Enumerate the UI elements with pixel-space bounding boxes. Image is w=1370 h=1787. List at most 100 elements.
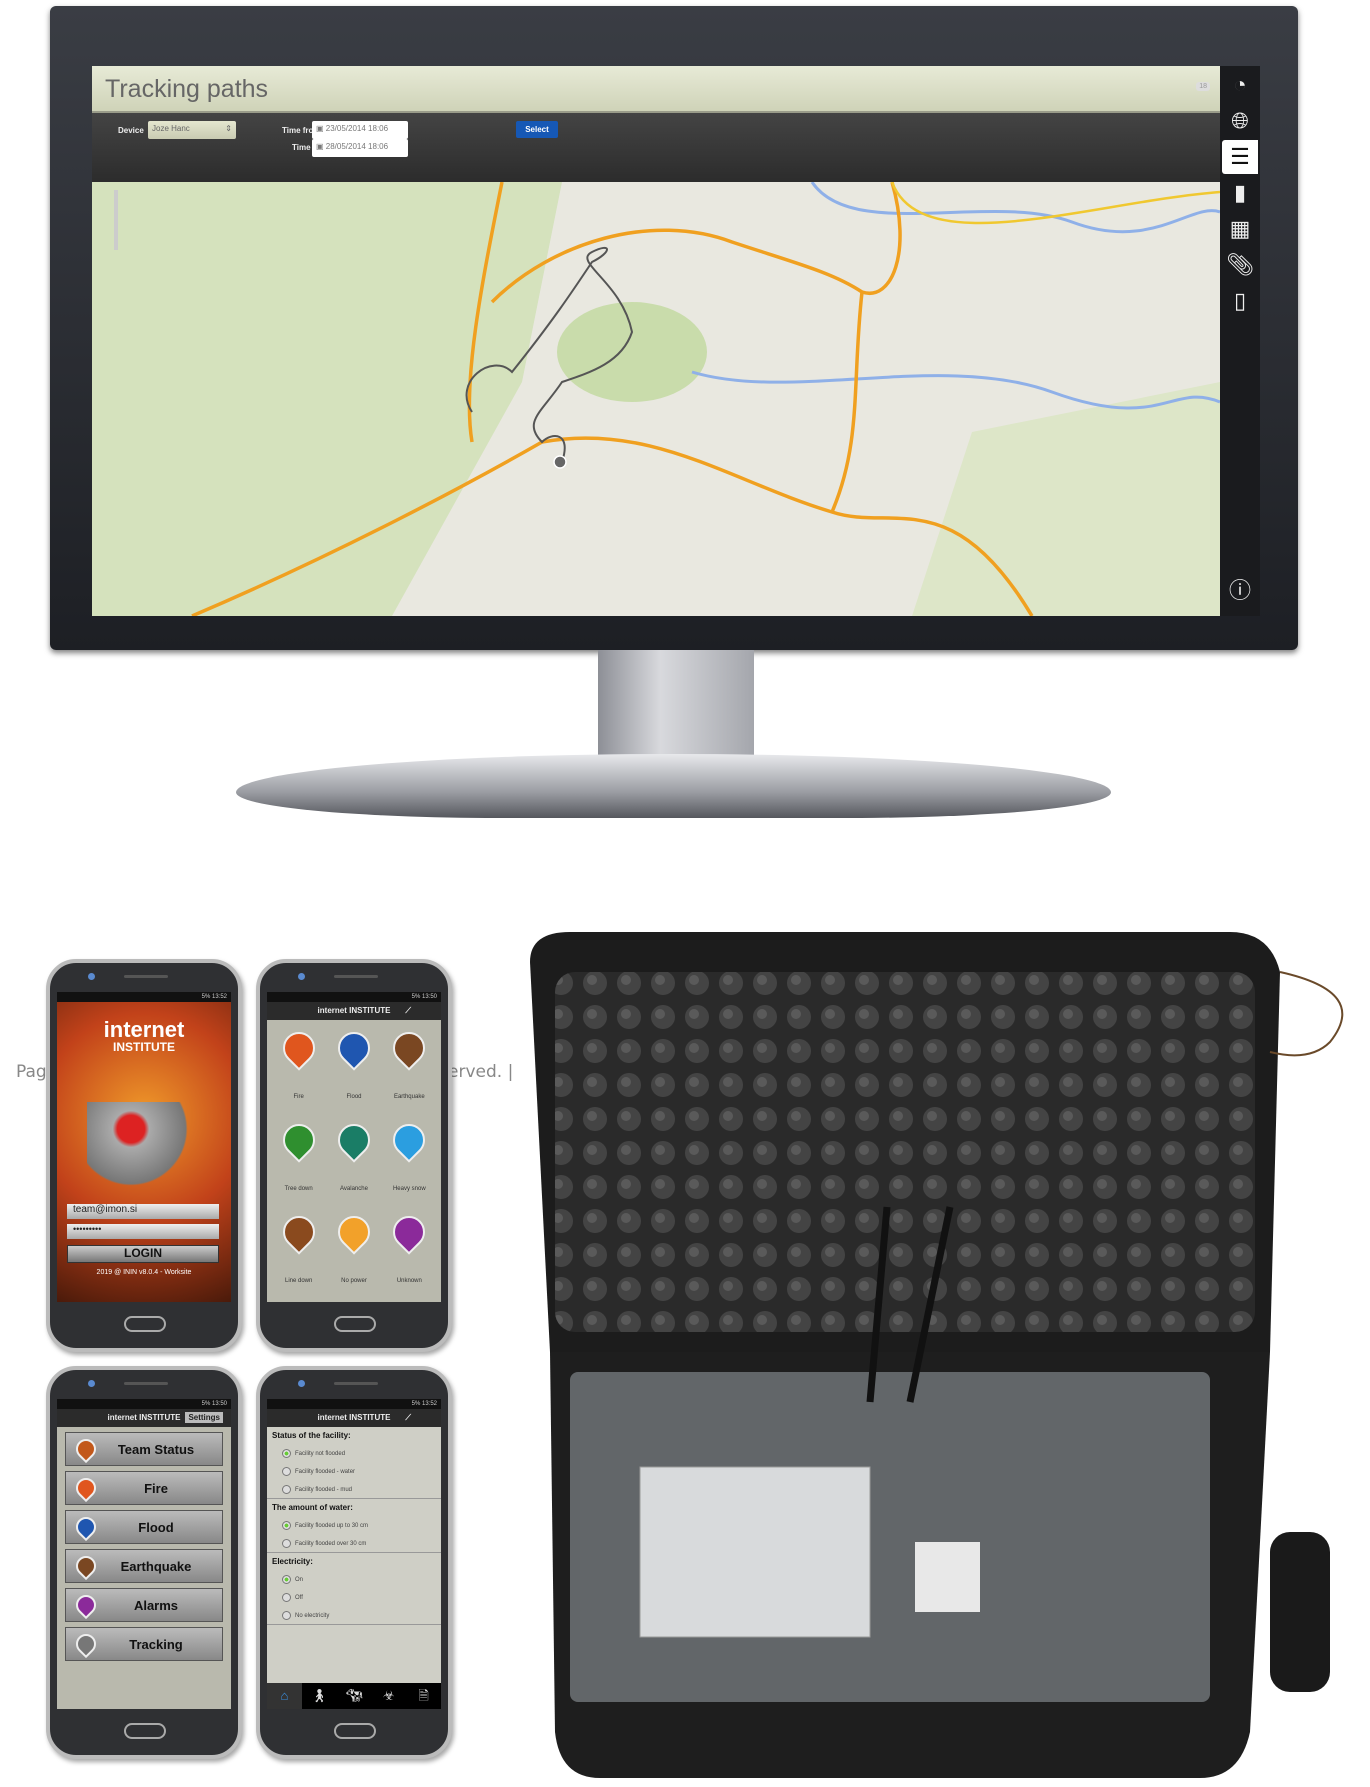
zoom-slider[interactable] <box>114 190 118 250</box>
alarm-pin-icon <box>276 1117 322 1163</box>
home-button[interactable] <box>124 1723 166 1739</box>
app-bar: internet INSTITUTE ⟋ <box>267 1409 441 1427</box>
radio-option[interactable]: On <box>282 1575 436 1584</box>
bar-chart-icon[interactable]: ▮ <box>1222 176 1258 210</box>
alarm-pin-icon <box>331 1117 377 1163</box>
person-icon[interactable]: 🚶︎ <box>302 1683 337 1709</box>
time-to-input[interactable]: ▣ 28/05/2014 18:06 <box>312 139 408 157</box>
radio-option[interactable]: Facility not flooded <box>282 1449 436 1458</box>
alarm-type-no-power[interactable]: No power <box>326 1209 381 1296</box>
calendar-icon: ▣ <box>316 124 326 133</box>
radio-label: Facility flooded - mud <box>295 1486 353 1493</box>
menu-button-earthquake[interactable]: Earthquake <box>65 1549 223 1583</box>
radio-option[interactable]: No electricity <box>282 1611 436 1620</box>
alarm-type-heavy-snow[interactable]: Heavy snow <box>382 1117 437 1204</box>
speedometer-icon[interactable]: ◔ <box>1222 68 1258 102</box>
radio-option[interactable]: Facility flooded - mud <box>282 1485 436 1494</box>
login-button[interactable]: LOGIN <box>67 1245 219 1263</box>
radio-option[interactable]: Facility flooded over 30 cm <box>282 1539 436 1548</box>
radio-option[interactable]: Off <box>282 1593 436 1602</box>
home-button[interactable] <box>334 1316 376 1332</box>
alarm-pin-icon <box>386 1209 432 1255</box>
monitor-stand-base <box>236 754 1111 818</box>
biohazard-icon[interactable]: ☣ <box>371 1683 406 1709</box>
alarm-pin-icon <box>331 1025 377 1071</box>
radio-label: Facility flooded - water <box>295 1468 356 1475</box>
home-button[interactable] <box>334 1723 376 1739</box>
tracking-map[interactable] <box>92 182 1220 616</box>
home-icon[interactable]: ⌂ <box>267 1683 302 1709</box>
radio-button[interactable] <box>282 1467 291 1476</box>
menu-button-team-status[interactable]: Team Status <box>65 1432 223 1466</box>
settings-button[interactable]: Settings <box>185 1412 223 1423</box>
select-button[interactable]: Select <box>516 121 558 138</box>
radio-button[interactable] <box>282 1521 291 1530</box>
alarm-label: Line down <box>284 1278 313 1284</box>
home-button[interactable] <box>124 1316 166 1332</box>
radio-label: No electricity <box>295 1612 330 1619</box>
main-menu-screen: 5% 13:50 internet INSTITUTE Settings Team… <box>57 1399 231 1709</box>
time-from-input[interactable]: ▣ 23/05/2014 18:06 <box>312 121 408 139</box>
radio-button[interactable] <box>282 1485 291 1494</box>
app-bar: internet INSTITUTE Settings <box>57 1409 231 1427</box>
menu-button-flood[interactable]: Flood <box>65 1510 223 1544</box>
alarm-type-unknown[interactable]: Unknown <box>382 1209 437 1296</box>
phone-login: 5% 13:52 internet INSTITUTE team@imon.si… <box>46 959 242 1352</box>
alarm-type-flood[interactable]: Flood <box>326 1025 381 1112</box>
menu-button-tracking[interactable]: Tracking <box>65 1627 223 1661</box>
alarm-pin-icon <box>386 1025 432 1071</box>
menu-label: Alarms <box>133 1597 179 1613</box>
satellite-icon[interactable]: ⟋ <box>405 1409 411 1427</box>
device-select[interactable]: Joze Hanc ⇕ <box>148 121 236 139</box>
report-form-screen: 5% 13:52 internet INSTITUTE ⟋ Status of t… <box>267 1399 441 1709</box>
firefighters-image <box>87 1102 197 1192</box>
radio-label: Facility flooded up to 30 cm <box>295 1522 369 1529</box>
paperclip-icon[interactable]: 📎︎ <box>1222 248 1258 282</box>
alarm-type-fire[interactable]: Fire <box>271 1025 326 1112</box>
menu-button-alarms[interactable]: Alarms <box>65 1588 223 1622</box>
logo: internet INSTITUTE <box>317 1006 391 1015</box>
router-unit <box>639 1466 871 1638</box>
info-icon[interactable]: ⓘ <box>1222 574 1258 608</box>
form-section: Status of the facility: Facility not floo… <box>267 1427 441 1499</box>
section-title: Status of the facility: <box>272 1431 351 1440</box>
section-title: Electricity: <box>272 1557 313 1566</box>
satellite-icon[interactable]: ⟋ <box>405 1002 411 1020</box>
radio-button[interactable] <box>282 1611 291 1620</box>
globe-icon[interactable]: 🌐︎ <box>1222 104 1258 138</box>
phone-main-menu: 5% 13:50 internet INSTITUTE Settings Team… <box>46 1366 242 1759</box>
radio-option[interactable]: Facility flooded - water <box>282 1467 436 1476</box>
radio-button[interactable] <box>282 1575 291 1584</box>
alarm-type-avalanche[interactable]: Avalanche <box>326 1117 381 1204</box>
alarm-pin-icon <box>276 1025 322 1071</box>
time-from-value: 23/05/2014 18:06 <box>325 124 389 133</box>
document-icon[interactable]: 🗎 <box>406 1683 441 1709</box>
alarm-type-line-down[interactable]: Line down <box>271 1209 326 1296</box>
menu-pin-icon <box>71 1551 101 1581</box>
menu-button-fire[interactable]: Fire <box>65 1471 223 1505</box>
menu-pin-icon <box>71 1434 101 1464</box>
camera <box>298 1380 305 1387</box>
sidebar: ◔ 🌐︎ ☰ ▮ ▦ 📎︎ ▯ ⓘ <box>1220 66 1260 616</box>
email-field[interactable]: team@imon.si <box>67 1204 219 1219</box>
password-field[interactable]: ••••••••• <box>67 1224 219 1239</box>
numbered-list-icon[interactable]: ☰ <box>1222 140 1258 174</box>
alarm-type-earthquake[interactable]: Earthquake <box>382 1025 437 1112</box>
modem-unit <box>915 1542 980 1612</box>
radio-button[interactable] <box>282 1539 291 1548</box>
radio-button[interactable] <box>282 1593 291 1602</box>
camera <box>298 973 305 980</box>
menu-label: Flood <box>138 1519 174 1535</box>
calendar-icon[interactable]: ▦ <box>1222 212 1258 246</box>
equipment-case-photo <box>510 932 1364 1778</box>
radio-option[interactable]: Facility flooded up to 30 cm <box>282 1521 436 1530</box>
tablet-icon[interactable]: ▯ <box>1222 284 1258 318</box>
alarm-type-tree-down[interactable]: Tree down <box>271 1117 326 1204</box>
status-bar: 5% 13:52 <box>267 1399 441 1409</box>
park-area <box>557 302 707 402</box>
cow-icon[interactable]: 🐄︎ <box>337 1683 372 1709</box>
case-handle <box>1270 1532 1330 1692</box>
menu-pin-icon <box>71 1512 101 1542</box>
alarm-pin-icon <box>276 1209 322 1255</box>
radio-button[interactable] <box>282 1449 291 1458</box>
